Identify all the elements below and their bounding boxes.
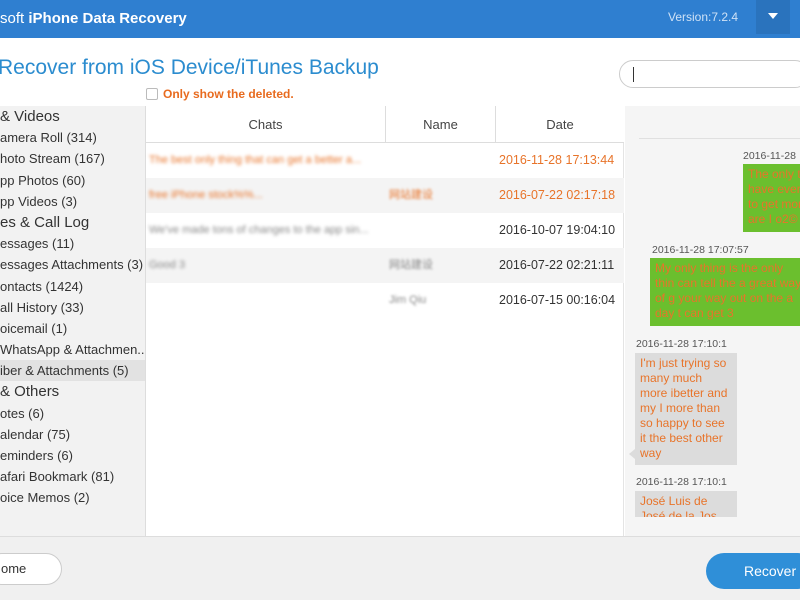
chat-cell: Good 3 [149, 259, 186, 271]
recover-button[interactable]: Recover [706, 553, 800, 589]
sidebar-item-label: essages (11) [0, 236, 75, 252]
sidebar-item[interactable]: hoto Stream (167) [0, 148, 145, 169]
table-row[interactable]: free iPhone stock%%... 网站建设 2016-07-22 02:… [146, 178, 624, 213]
sidebar-item-label: pp Photos (60) [0, 172, 86, 188]
name-cell [389, 143, 494, 178]
sidebar-item-label: all History (33) [0, 299, 84, 315]
message-bubble-outgoing: My only thing is the only thin can tell … [650, 258, 800, 326]
message-timestamp: 2016-11-28 17:10:1 [636, 476, 727, 488]
name-cell: 网站建设 [389, 259, 433, 271]
sidebar-item-label: essages Attachments (3) [0, 257, 144, 273]
name-cell: Jim Qiu [389, 294, 427, 306]
sidebar-item-label: afari Bookmark (81) [0, 469, 115, 485]
sidebar-item[interactable]: iber & Attachments (5) [0, 360, 145, 382]
sidebar-item-label: oicemail (1) [0, 320, 68, 336]
sidebar-item-label: & Videos [0, 108, 60, 125]
column-header-chats[interactable]: Chats [146, 106, 386, 143]
table-row[interactable]: The best only thing that can get a bette… [146, 143, 624, 178]
table-row[interactable]: Good 3 网站建设 2016-07-22 02:21:11 [146, 248, 624, 283]
sidebar-item-label: & Others [0, 383, 60, 401]
message-text: José Luis de José de la Jos [640, 494, 717, 517]
sidebar-item[interactable]: all History (33) [0, 297, 145, 318]
message-text: I'm just trying so many much more ibette… [640, 356, 728, 460]
only-deleted-label: Only show the deleted. [163, 87, 294, 101]
message-bubble-outgoing: The only t have ever to get mor are I o2… [743, 164, 800, 232]
message-bubble-incoming: José Luis de José de la Jos [635, 491, 737, 517]
sidebar-item-label: alendar (75) [0, 426, 71, 442]
sidebar-item[interactable]: afari Bookmark (81) [0, 466, 145, 487]
sidebar-item-label: ontacts (1424) [0, 278, 84, 294]
bubble-tail [629, 449, 635, 459]
date-cell: 2016-07-22 02:17:18 [499, 188, 616, 202]
column-header-name[interactable]: Name [386, 106, 496, 143]
sidebar-item-label: hoto Stream (167) [0, 151, 105, 167]
sidebar-item[interactable]: pp Photos (60) [0, 170, 145, 191]
sidebar-item[interactable]: ontacts (1424) [0, 276, 145, 297]
preview-divider [639, 138, 800, 139]
chat-cell: The best only thing that can get a bette… [149, 154, 362, 166]
sidebar-category[interactable]: & Videos [0, 106, 145, 127]
footer: ome Recover [0, 536, 800, 600]
date-cell: 2016-07-22 02:21:11 [499, 258, 615, 272]
sidebar-item[interactable]: alendar (75) [0, 424, 145, 445]
table-row[interactable]: We've made tons of changes to the app si… [146, 213, 624, 248]
sidebar-item-label: WhatsApp & Attachmen... [0, 342, 145, 358]
chevron-down-icon [768, 13, 778, 19]
menu-dropdown-button[interactable] [756, 0, 790, 34]
name-cell [389, 213, 494, 248]
name-cell: 网站建设 [389, 189, 433, 201]
text-cursor [633, 67, 634, 82]
app-title-main: iPhone Data Recovery [28, 10, 187, 27]
message-timestamp: 2016-11-28 17:10:1 [636, 338, 727, 350]
app-title-prefix: soft [0, 10, 25, 27]
column-header-date[interactable]: Date [496, 106, 624, 143]
app-title: soft iPhone Data Recovery [0, 10, 187, 27]
sidebar-item[interactable]: otes (6) [0, 403, 145, 424]
sidebar-item-label: oice Memos (2) [0, 490, 90, 506]
checkbox-icon[interactable] [146, 88, 158, 100]
message-timestamp: 2016-11-28 [743, 150, 796, 162]
chat-table: Chats Name Date The best only thing that… [146, 106, 624, 536]
chat-cell [149, 283, 384, 318]
page-title: Recover from iOS Device/iTunes Backup [0, 56, 379, 79]
sidebar: & Videos amera Roll (314) hoto Stream (167… [0, 106, 146, 536]
date-cell: 2016-10-07 19:04:10 [499, 223, 616, 237]
title-bar: soft iPhone Data Recovery Version:7.2.4 [0, 0, 800, 38]
chat-cell: We've made tons of changes to the app si… [149, 224, 369, 236]
only-deleted-toggle[interactable]: Only show the deleted. [146, 87, 294, 101]
sidebar-item[interactable]: amera Roll (314) [0, 127, 145, 148]
sidebar-item[interactable]: WhatsApp & Attachmen... [0, 339, 145, 360]
table-header: Chats Name Date [146, 106, 624, 143]
sidebar-item[interactable]: oice Memos (2) [0, 487, 145, 508]
sidebar-item-label: eminders (6) [0, 448, 73, 463]
search-input[interactable] [619, 60, 800, 88]
date-cell: 2016-11-28 17:13:44 [499, 153, 615, 167]
home-button[interactable]: ome [0, 553, 62, 585]
message-preview: 2016-11-28 The only t have ever to get m… [625, 106, 800, 536]
sidebar-category[interactable]: & Others [0, 381, 145, 402]
message-timestamp: 2016-11-28 17:07:57 [652, 244, 749, 256]
chat-cell: free iPhone stock%%... [149, 189, 263, 201]
date-cell: 2016-07-15 00:16:04 [499, 293, 616, 307]
sidebar-item[interactable]: eminders (6) [0, 445, 145, 466]
sidebar-item[interactable]: essages (11) [0, 233, 145, 254]
message-bubble-incoming: I'm just trying so many much more ibette… [629, 353, 737, 465]
sidebar-item-label: amera Roll (314) [0, 130, 97, 146]
sidebar-item-label: iber & Attachments (5) [0, 363, 129, 379]
sidebar-item-label: otes (6) [0, 405, 45, 421]
message-text: My only thing is the only thin can tell … [655, 261, 800, 320]
sidebar-item[interactable]: oicemail (1) [0, 318, 145, 339]
sidebar-category[interactable]: es & Call Log [0, 212, 145, 233]
sidebar-item[interactable]: pp Videos (3) [0, 191, 145, 212]
sidebar-item-label: pp Videos (3) [0, 193, 78, 209]
message-text: The only t have ever to get mor are I o2… [748, 167, 800, 226]
table-row[interactable]: Jim Qiu 2016-07-15 00:16:04 [146, 283, 624, 318]
version-label: Version:7.2.4 [668, 10, 739, 24]
sidebar-item[interactable]: essages Attachments (3) [0, 254, 145, 275]
sidebar-item-label: es & Call Log [0, 213, 90, 231]
